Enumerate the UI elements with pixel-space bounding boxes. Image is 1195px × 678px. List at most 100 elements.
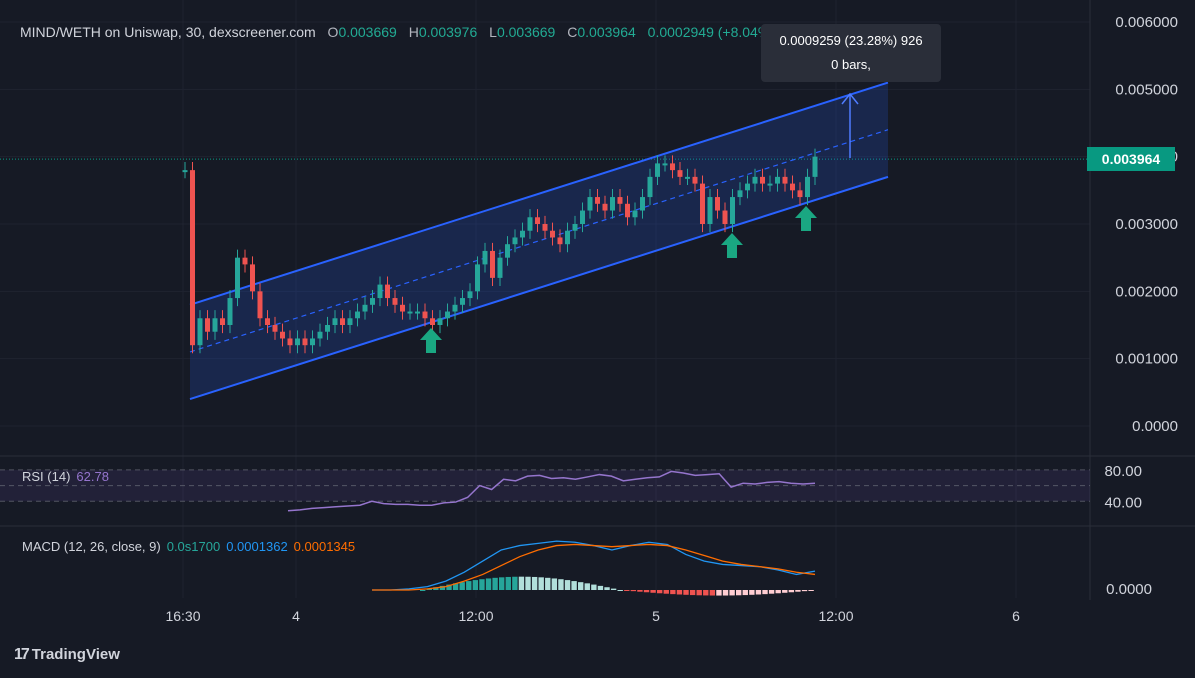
macd-hist-bar <box>650 590 656 593</box>
candle-body <box>475 264 480 292</box>
tooltip-line-2: 0 bars, <box>831 57 871 72</box>
macd-hist-bar <box>525 576 531 590</box>
macd-hist-bar <box>657 590 663 594</box>
candle-body <box>595 197 600 204</box>
candle-body <box>437 318 443 325</box>
macd-hist-bar <box>801 590 808 592</box>
candle-body <box>655 163 660 177</box>
macd-legend[interactable]: MACD (12, 26, close, 9) 0.0s1700 0.0001362… <box>22 539 355 554</box>
x-tick-label: 5 <box>652 608 660 624</box>
candle-body <box>460 298 465 305</box>
rsi-label: RSI (14) <box>22 469 71 484</box>
macd-hist-bar <box>492 577 498 590</box>
macd-hist-bar <box>716 590 722 596</box>
macd-hist-bar <box>610 588 617 590</box>
tooltip-line-1: 0.0009259 (23.28%) 926 <box>779 33 923 48</box>
macd-line-value: 0.0001362 <box>226 539 288 554</box>
candle-body <box>205 318 210 332</box>
macd-hist-bar <box>584 583 590 590</box>
candle-body <box>752 176 758 184</box>
macd-hist-bar <box>630 590 637 592</box>
macd-label: MACD (12, 26, close, 9) <box>22 539 161 554</box>
candle-body <box>647 176 653 198</box>
rsi-value: 62.78 <box>76 469 109 484</box>
candle-body <box>557 237 563 245</box>
grid <box>0 0 1195 600</box>
candle-body <box>197 318 203 346</box>
candle-body <box>505 244 510 258</box>
candle-body <box>745 183 750 191</box>
macd-hist-bar <box>749 590 755 595</box>
rsi-tick-label: 40.00 <box>1104 494 1142 511</box>
candle-body <box>550 230 555 238</box>
macd-hist-bar <box>722 590 729 596</box>
macd-pane: 0.0000 <box>372 540 1152 598</box>
open-value: 0.003669 <box>338 24 397 40</box>
candle-body <box>782 176 788 184</box>
candle-body <box>640 197 645 211</box>
candle-body <box>775 176 780 184</box>
candle-body <box>722 210 728 224</box>
candle-body <box>572 224 578 231</box>
macd-hist-bar <box>742 590 748 596</box>
macd-hist-bar <box>775 590 781 594</box>
macd-hist-bar <box>795 590 801 592</box>
candle-body <box>265 318 270 325</box>
y-tick-label: 0.0000 <box>1132 418 1178 435</box>
macd-hist-bar <box>736 590 742 596</box>
candle-body <box>760 176 765 184</box>
candle-body <box>310 338 315 346</box>
macd-hist-bar <box>670 590 676 595</box>
price-chart[interactable]: 80.00 40.00 0.0000 16:30 4 12:00 5 12:00 6 0.00… <box>0 0 1195 678</box>
x-tick-label: 4 <box>292 608 300 624</box>
macd-hist-bar <box>676 590 683 595</box>
macd-hist-bar <box>663 590 669 594</box>
candle-body <box>257 291 263 319</box>
macd-hist-bar <box>472 580 479 590</box>
open-key: O <box>327 24 339 40</box>
macd-hist-value: 0.0s1700 <box>166 539 221 554</box>
candle-body <box>730 197 735 224</box>
tradingview-logo[interactable]: 17 TradingView <box>14 646 120 664</box>
candle-body <box>280 331 285 339</box>
candle-body <box>430 318 435 325</box>
y-tick-label: 0.006000 <box>1115 14 1178 31</box>
symbol-title[interactable]: MIND/WETH on Uniswap, 30, dexscreener.co… <box>20 24 316 40</box>
candle-body <box>527 217 533 231</box>
candle-body <box>737 190 743 198</box>
x-tick-label: 6 <box>1012 608 1020 624</box>
candle-body <box>670 163 675 171</box>
macd-hist-bar <box>808 590 814 591</box>
change-value: 0.0002949 (+8.04%) <box>647 24 775 40</box>
candle-body <box>287 338 293 346</box>
candle-body <box>242 257 248 265</box>
macd-hist-bar <box>518 576 525 590</box>
candle-body <box>220 318 225 325</box>
candle-body <box>415 311 420 314</box>
high-key: H <box>408 24 419 40</box>
candle-body <box>812 156 818 177</box>
rsi-legend[interactable]: RSI (14) 62.78 <box>22 469 109 484</box>
candle-body <box>445 311 450 319</box>
candle-body <box>715 197 720 211</box>
y-tick-label: 0.005000 <box>1115 81 1178 98</box>
measure-tooltip: 0.0009259 (23.28%) 926 0 bars, <box>761 24 941 82</box>
macd-hist-bar <box>755 590 762 595</box>
candle-body <box>805 176 810 198</box>
channel-fill <box>190 82 888 400</box>
macd-hist-bar <box>558 579 564 590</box>
macd-hist-bar <box>762 590 768 595</box>
macd-hist-bar <box>578 582 584 590</box>
macd-hist-bar <box>597 585 604 590</box>
candle-body <box>182 170 188 173</box>
x-tick-label: 12:00 <box>818 608 853 624</box>
macd-hist-bar <box>729 590 735 596</box>
macd-hist-bar <box>637 590 643 592</box>
candle-body <box>497 257 503 278</box>
candle-body <box>700 183 705 224</box>
macd-hist-bar <box>564 580 571 590</box>
macd-signal-value: 0.0001345 <box>293 539 356 554</box>
macd-hist-bar <box>782 590 788 593</box>
chart-header: MIND/WETH on Uniswap, 30, dexscreener.co… <box>20 24 775 40</box>
macd-hist-bar <box>703 590 709 596</box>
